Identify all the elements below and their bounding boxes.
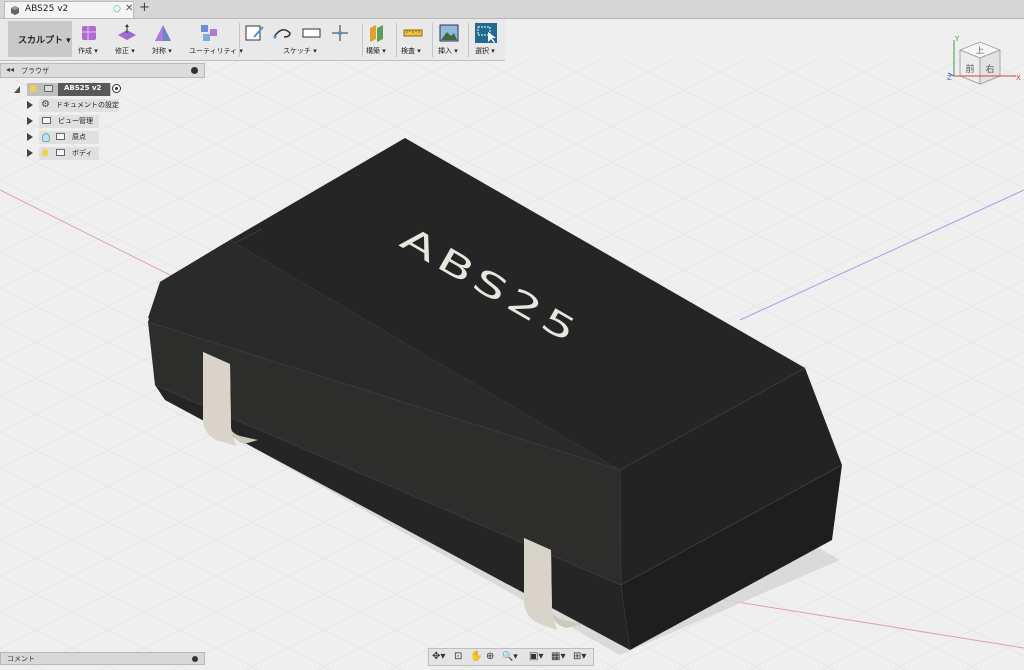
axis-z-label: Z xyxy=(947,74,952,82)
create-form-icon xyxy=(82,26,96,40)
construct-menu[interactable]: 構築 ▾ xyxy=(364,21,392,59)
workspace-label: スカルプト ▾ xyxy=(18,36,71,46)
close-tab-button[interactable]: ✕ xyxy=(125,3,133,14)
look-at-icon[interactable]: ⊡ xyxy=(454,651,462,663)
create-menu-label: 作成 ▾ xyxy=(78,47,98,55)
canvas-viewport[interactable]: ABS25 xyxy=(0,0,1024,670)
activate-radio-icon[interactable] xyxy=(112,84,121,93)
edit-form-icon xyxy=(118,24,136,40)
visibility-bulb-icon[interactable] xyxy=(30,85,36,92)
symmetry-icon xyxy=(155,25,171,41)
utility-menu[interactable]: ユーティリティ ▾ xyxy=(186,21,243,59)
view-cube[interactable]: 上 前 右 Y Z X xyxy=(946,36,1024,98)
document-tab-title: ABS25 v2 xyxy=(25,4,69,14)
inspect-menu-label: 検査 ▾ xyxy=(401,47,421,55)
gear-icon: ⚙ xyxy=(41,99,50,110)
navigation-bar: ✥▾ ⊡ ✋ ⊕ 🔍▾ ▣▾ ▦▾ ⊞▾ xyxy=(428,648,594,666)
separator xyxy=(362,23,363,57)
document-icon xyxy=(11,6,19,15)
utility-menu-label: ユーティリティ ▾ xyxy=(189,47,243,55)
tree-item-document-settings[interactable]: ⚙ ドキュメントの設定 xyxy=(26,99,121,112)
modify-menu[interactable]: 修正 ▾ xyxy=(112,21,142,59)
insert-canvas-icon xyxy=(439,24,459,42)
sketch-menu[interactable]: スケッチ ▾ xyxy=(243,21,357,59)
rectangle-icon xyxy=(302,28,321,38)
expand-arrow-icon[interactable] xyxy=(27,133,33,141)
comments-panel[interactable]: コメント xyxy=(0,652,205,665)
inspect-menu[interactable]: 検査 ▾ xyxy=(398,21,428,59)
tree-item-label: ボディ xyxy=(72,149,93,157)
tree-item-label: 原点 xyxy=(72,133,86,141)
axis-x-label: X xyxy=(1016,74,1021,82)
sketch-menu-label: スケッチ ▾ xyxy=(283,47,317,55)
root-component-label: ABS25 v2 xyxy=(64,84,102,92)
folder-icon xyxy=(56,133,65,140)
folder-icon xyxy=(56,149,65,156)
comments-label: コメント xyxy=(7,655,35,663)
expand-arrow-icon[interactable] xyxy=(27,149,33,157)
browser-pin-icon[interactable] xyxy=(191,67,198,74)
tree-item-origin[interactable]: 原点 xyxy=(26,131,101,144)
insert-menu[interactable]: 挿入 ▾ xyxy=(434,21,464,59)
axis-y-label: Y xyxy=(954,36,960,43)
create-menu[interactable]: 作成 ▾ xyxy=(76,21,104,59)
view-cube-right-label: 右 xyxy=(985,63,994,75)
visual-style-icon[interactable]: ▦▾ xyxy=(551,651,565,663)
separator xyxy=(432,23,433,57)
sync-status-icon: ○ xyxy=(113,4,121,14)
symmetry-menu[interactable]: 対称 ▾ xyxy=(148,21,178,59)
insert-menu-label: 挿入 ▾ xyxy=(438,47,458,55)
symmetry-menu-label: 対称 ▾ xyxy=(152,47,172,55)
comments-pin-icon[interactable] xyxy=(192,656,198,662)
visibility-bulb-icon[interactable] xyxy=(42,149,48,156)
expand-arrow-icon[interactable] xyxy=(27,101,33,109)
grid-settings-icon[interactable]: ⊞▾ xyxy=(573,651,586,663)
view-cube-top-label: 上 xyxy=(976,46,984,55)
tree-item-named-views[interactable]: ビュー管理 xyxy=(26,115,101,128)
zoom-icon[interactable]: ⊕ xyxy=(486,651,494,663)
spline-icon xyxy=(273,29,291,39)
document-tab[interactable]: ABS25 v2 ○ ✕ xyxy=(4,1,134,18)
browser-title: ブラウザ xyxy=(21,67,49,75)
visibility-bulb-icon[interactable] xyxy=(42,133,50,142)
separator xyxy=(396,23,397,57)
tree-item-label: ドキュメントの設定 xyxy=(56,101,119,109)
measure-icon xyxy=(403,29,423,37)
tree-item-label: ビュー管理 xyxy=(58,117,93,125)
separator xyxy=(468,23,469,57)
orbit-icon[interactable]: ✥▾ xyxy=(432,651,445,663)
collapse-browser-button[interactable]: ◂◂ xyxy=(6,65,14,74)
display-settings-icon[interactable]: ▣▾ xyxy=(529,651,543,663)
point-icon xyxy=(332,25,348,41)
offset-plane-icon xyxy=(370,25,383,42)
tree-root[interactable]: ABS25 v2 xyxy=(12,83,122,96)
component-icon xyxy=(44,85,53,92)
fit-icon[interactable]: 🔍▾ xyxy=(502,651,518,663)
workspace-switcher[interactable]: スカルプト ▾ xyxy=(8,21,72,57)
modify-menu-label: 修正 ▾ xyxy=(115,47,135,55)
expand-arrow-icon[interactable] xyxy=(27,117,33,125)
pan-icon[interactable]: ✋ xyxy=(470,651,482,663)
tree-item-bodies[interactable]: ボディ xyxy=(26,147,101,160)
select-menu[interactable]: 選択 ▾ xyxy=(470,21,502,59)
view-cube-front-label: 前 xyxy=(965,63,974,75)
construct-menu-label: 構築 ▾ xyxy=(366,47,386,55)
browser-panel-header[interactable]: ◂◂ ブラウザ xyxy=(0,63,205,78)
folder-icon xyxy=(42,117,51,124)
tab-bar: ABS25 v2 ○ ✕ + xyxy=(0,0,1024,19)
utility-icon xyxy=(201,25,217,41)
new-tab-button[interactable]: + xyxy=(139,0,150,16)
expand-arrow-icon[interactable] xyxy=(14,86,20,93)
separator xyxy=(239,23,240,57)
ribbon-toolbar: スカルプト ▾ 作成 ▾ 修正 ▾ 対称 ▾ ユーティリティ ▾ スケッチ ▾ … xyxy=(0,19,505,61)
create-sketch-icon xyxy=(245,25,264,41)
select-icon xyxy=(475,23,497,43)
select-menu-label: 選択 ▾ xyxy=(475,47,495,55)
